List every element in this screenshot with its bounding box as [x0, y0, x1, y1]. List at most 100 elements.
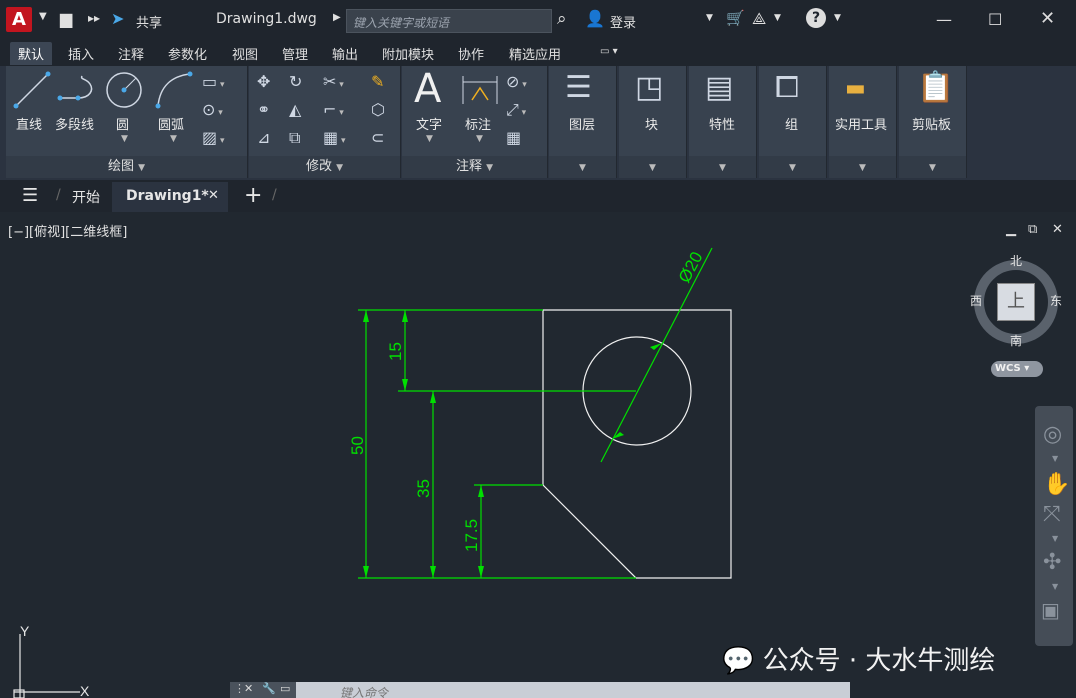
tab-view[interactable]: 视图 [232, 44, 258, 63]
chevron-down-icon[interactable]: ▼ [1052, 582, 1058, 591]
circle-icon[interactable] [104, 70, 144, 110]
rectangle-icon[interactable]: ▭ ▾ [202, 72, 225, 91]
tab-featured-apps[interactable]: 精选应用 [509, 44, 561, 63]
command-line[interactable] [230, 682, 850, 698]
group-button[interactable]: 组 [785, 114, 798, 133]
cart-icon[interactable]: 🛒 [726, 9, 745, 27]
ribbon-options-icon[interactable]: ▭ ▾ [600, 46, 618, 57]
dimension-button[interactable]: 标注 [465, 114, 491, 133]
group-icon[interactable]: ⧠ [775, 70, 799, 105]
mirror-icon[interactable]: ◭ [289, 100, 301, 119]
chevron-down-icon[interactable]: ▼ [121, 134, 128, 144]
tab-home[interactable]: 默认 [10, 42, 53, 65]
customize-wrench-icon[interactable]: 🔧 [262, 682, 276, 695]
array-icon[interactable]: ▦ ▾ [323, 128, 346, 147]
ellipse-icon[interactable]: ⊙ ▾ [202, 100, 223, 119]
search-input[interactable]: 键入关键字或短语 [346, 9, 552, 33]
stretch-icon[interactable]: ⊿ [257, 128, 270, 147]
line-button[interactable]: 直线 [16, 114, 42, 133]
tab-start[interactable]: 开始 [72, 187, 100, 207]
groups-panel-footer[interactable]: ▼ [759, 156, 826, 178]
chevron-down-icon[interactable]: ▼ [834, 13, 841, 23]
circle-button[interactable]: 圆 [116, 114, 129, 133]
draw-panel-footer[interactable]: 绘图 ▼ [6, 156, 247, 178]
table-icon[interactable]: ▦ [506, 128, 521, 147]
new-tab-plus-icon[interactable]: + [244, 183, 262, 208]
dim-text-35[interactable]: 35 [414, 479, 433, 498]
tab-manage[interactable]: 管理 [282, 44, 308, 63]
login-button[interactable]: 登录 [610, 12, 636, 31]
block-panel-footer[interactable]: ▼ [619, 156, 686, 178]
copy-icon[interactable]: ⚭ [257, 100, 270, 119]
tab-output[interactable]: 输出 [332, 44, 358, 63]
properties-panel-footer[interactable]: ▼ [689, 156, 756, 178]
chevron-down-icon[interactable]: ▼ [774, 13, 781, 23]
chevron-down-icon[interactable]: ▼ [706, 13, 713, 23]
trim-icon[interactable]: ✂ ▾ [323, 72, 344, 91]
showmotion-icon[interactable]: ▣ [1041, 598, 1060, 622]
orbit-icon[interactable]: ✣ [1043, 550, 1061, 575]
properties-icon[interactable]: ▤ [705, 70, 733, 105]
polyline-icon[interactable] [56, 72, 100, 108]
help-icon[interactable]: ? [806, 8, 826, 28]
share-icon[interactable]: ➤ [111, 9, 124, 28]
modify-panel-footer[interactable]: 修改 ▼ [249, 156, 400, 178]
arc-button[interactable]: 圆弧 [158, 114, 184, 133]
erase-icon[interactable]: ✎ [371, 72, 384, 91]
search-icon[interactable]: ⌕ [557, 9, 567, 29]
chevron-down-icon[interactable]: ▼ [1052, 534, 1058, 543]
tab-parametric[interactable]: 参数化 [168, 44, 207, 63]
app-menu-chevron-icon[interactable]: ▼ [39, 11, 47, 22]
tab-insert[interactable]: 插入 [68, 44, 94, 63]
hamburger-menu-icon[interactable]: ☰ [22, 185, 38, 206]
clipboard-panel-footer[interactable]: ▼ [899, 156, 966, 178]
hatch-icon[interactable]: ▨ ▾ [202, 128, 225, 147]
app-logo[interactable]: A [6, 7, 32, 32]
tab-addins[interactable]: 附加模块 [382, 44, 434, 63]
layers-icon[interactable]: ☰ [565, 70, 592, 105]
layers-panel-footer[interactable]: ▼ [549, 156, 616, 178]
annotation-panel-footer[interactable]: 注释 ▼ [402, 156, 547, 178]
dim-text-50[interactable]: 50 [348, 436, 367, 455]
steering-wheel-icon[interactable]: ◎ [1043, 422, 1062, 447]
chevron-down-icon[interactable]: ▼ [476, 134, 483, 144]
user-icon[interactable]: 👤 [585, 9, 605, 28]
close-icon[interactable]: ✕ [244, 682, 253, 695]
block-icon[interactable]: ◳ [635, 70, 663, 105]
utilities-button[interactable]: 实用工具 [835, 114, 887, 133]
zoom-extents-icon[interactable]: ⤧ [1043, 502, 1061, 527]
utilities-panel-footer[interactable]: ▼ [829, 156, 896, 178]
polyline-button[interactable]: 多段线 [55, 114, 94, 133]
tab-drawing1[interactable]: Drawing1* ✕ [112, 182, 228, 212]
new-file-icon[interactable]: ▆ [60, 9, 72, 28]
arc-icon[interactable] [154, 70, 194, 110]
explode-icon[interactable]: ⬡ [371, 100, 385, 119]
share-button[interactable]: 共享 [136, 12, 162, 31]
close-tab-icon[interactable]: ✕ [208, 188, 219, 203]
clipboard-button[interactable]: 剪贴板 [912, 114, 951, 133]
text-icon[interactable]: A [414, 66, 441, 112]
multileader-icon[interactable]: ⤢ ▾ [506, 100, 526, 120]
chevron-down-icon[interactable]: ▼ [426, 134, 433, 144]
rotate-icon[interactable]: ↻ [289, 72, 302, 91]
command-history-icon[interactable]: ▭ [280, 682, 290, 695]
text-button[interactable]: 文字 [416, 114, 442, 133]
clipboard-icon[interactable]: 📋 [917, 70, 954, 105]
scale-icon[interactable]: ⧉ [289, 128, 300, 148]
layers-button[interactable]: 图层 [569, 114, 595, 133]
fillet-icon[interactable]: ⌐ ▾ [323, 100, 344, 119]
block-button[interactable]: 块 [645, 114, 658, 133]
properties-button[interactable]: 特性 [709, 114, 735, 133]
chevron-right-icon[interactable]: ▶ [333, 12, 341, 23]
close-icon[interactable]: ✕ [1040, 8, 1055, 29]
offset-icon[interactable]: ⊂ [371, 128, 384, 147]
dim-text-15[interactable]: 15 [386, 342, 405, 361]
dim-text-17-5[interactable]: 17.5 [462, 519, 481, 552]
move-icon[interactable]: ✥ [257, 72, 270, 91]
drawing-viewport[interactable]: [−][俯视][二维线框] ▁ ⧉ ✕ 上 北 南 西 东 WCS ▾ 50 1… [0, 212, 1076, 698]
minimize-icon[interactable]: — [936, 10, 952, 29]
tab-annotate[interactable]: 注释 [118, 44, 144, 63]
measure-icon[interactable]: ▬ [845, 76, 866, 101]
dimension-icon[interactable] [460, 72, 500, 108]
pan-hand-icon[interactable]: ✋ [1043, 472, 1070, 497]
